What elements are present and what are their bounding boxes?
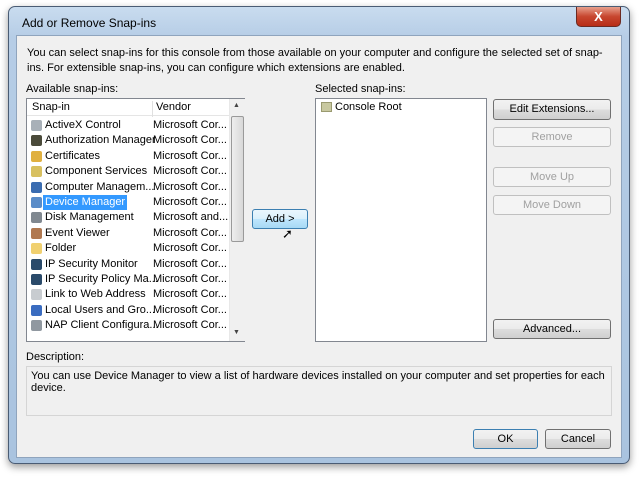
close-button[interactable]: X (576, 7, 621, 27)
scrollbar-thumb[interactable] (231, 116, 244, 242)
snapin-name: ActiveX Control (45, 119, 121, 131)
cancel-button[interactable]: Cancel (545, 429, 611, 449)
ok-button[interactable]: OK (473, 429, 538, 449)
snapin-vendor: Microsoft Cor... (153, 319, 227, 332)
snapin-icon (31, 166, 42, 178)
snapin-icon (31, 150, 42, 162)
snapin-name: Authorization Manager (45, 134, 156, 147)
snapin-name: Component Services (45, 165, 148, 178)
snapin-vendor: Microsoft Cor... (153, 180, 227, 193)
snapin-name: IP Security Monitor (45, 257, 138, 270)
list-item[interactable]: Folder Microsoft Cor... (28, 241, 230, 256)
column-header-vendor[interactable]: Vendor (152, 101, 191, 117)
snapin-name: Disk Management (45, 211, 134, 224)
snapin-name: Folder (45, 242, 77, 255)
list-item[interactable]: ActiveX Control Microsoft Cor... (28, 118, 230, 133)
move-up-button[interactable]: Move Up (493, 167, 611, 187)
snapin-vendor: Microsoft and... (153, 211, 229, 224)
list-item[interactable]: Event Viewer Microsoft Cor... (28, 226, 230, 241)
list-item[interactable]: NAP Client Configura... Microsoft Cor... (28, 318, 230, 333)
snapin-name: NAP Client Configura... (45, 319, 159, 332)
intro-text: You can select snap-ins for this console… (27, 47, 603, 74)
snapin-icon (31, 289, 42, 301)
snapin-name: Computer Managem... (45, 180, 155, 193)
available-label: Available snap-ins: (26, 83, 119, 95)
description-label: Description: (26, 351, 85, 363)
folder-icon (321, 102, 332, 112)
snapin-icon (31, 274, 42, 285)
snapin-name: Device Manager (43, 195, 128, 210)
snapin-vendor: Microsoft Cor... (153, 119, 227, 131)
snapin-icon (31, 197, 42, 208)
list-item[interactable]: Device Manager Microsoft Cor... (28, 195, 230, 210)
column-header-snapin[interactable]: Snap-in (32, 101, 70, 113)
dialog-window: Add or Remove Snap-ins X You can select … (8, 6, 630, 464)
list-item[interactable]: Certificates Microsoft Cor... (28, 149, 230, 164)
snapin-name: Event Viewer (45, 226, 110, 239)
snapin-vendor: Microsoft Cor... (153, 257, 227, 270)
selected-label: Selected snap-ins: (315, 83, 406, 95)
list-item[interactable]: IP Security Monitor Microsoft Cor... (28, 257, 230, 272)
selected-item-console-root[interactable]: Console Root (335, 101, 402, 113)
list-item[interactable]: Component Services Microsoft Cor... (28, 164, 230, 179)
list-item[interactable]: IP Security Policy Ma... Microsoft Cor... (28, 272, 230, 287)
snapin-vendor: Microsoft Cor... (153, 226, 227, 239)
snapin-vendor: Microsoft Cor... (153, 149, 227, 162)
snapin-icon (31, 212, 42, 224)
remove-button[interactable]: Remove (493, 127, 611, 147)
snapin-icon (31, 258, 42, 270)
list-item[interactable]: Local Users and Gro... Microsoft Cor... (28, 303, 230, 318)
add-button[interactable]: Add > (252, 209, 308, 229)
snapin-name: Link to Web Address (45, 288, 146, 301)
snapin-vendor: Microsoft Cor... (153, 273, 227, 285)
snapin-name: Local Users and Gro... (45, 303, 156, 316)
snapin-vendor: Microsoft Cor... (153, 196, 227, 208)
snapin-icon (31, 320, 42, 332)
window-title: Add or Remove Snap-ins (22, 16, 157, 30)
snapin-icon (31, 243, 42, 255)
snapin-vendor: Microsoft Cor... (153, 165, 227, 178)
description-box: You can use Device Manager to view a lis… (26, 366, 612, 416)
vertical-scrollbar[interactable]: ▲ ▼ (229, 99, 245, 341)
snapin-name: IP Security Policy Ma... (45, 273, 158, 285)
edit-extensions-button[interactable]: Edit Extensions... (493, 99, 611, 120)
advanced-button[interactable]: Advanced... (493, 319, 611, 339)
snapin-icon (31, 181, 42, 193)
scroll-down-arrow-icon[interactable]: ▼ (233, 329, 240, 336)
list-header: Snap-in Vendor (27, 99, 229, 117)
snapin-icon (31, 227, 42, 239)
description-text: You can use Device Manager to view a lis… (31, 370, 605, 394)
snapin-vendor: Microsoft Cor... (153, 303, 227, 316)
list-item[interactable]: Computer Managem... Microsoft Cor... (28, 180, 230, 195)
snapin-icon (31, 120, 42, 131)
snapin-vendor: Microsoft Cor... (153, 242, 227, 255)
selected-snapins-list[interactable]: Console Root (315, 98, 487, 342)
snapin-vendor: Microsoft Cor... (153, 288, 227, 301)
snapin-vendor: Microsoft Cor... (153, 134, 227, 147)
move-down-button[interactable]: Move Down (493, 195, 611, 215)
list-item[interactable]: Link to Web Address Microsoft Cor... (28, 287, 230, 302)
scroll-up-arrow-icon[interactable]: ▲ (233, 102, 240, 109)
dialog-body: You can select snap-ins for this console… (16, 35, 622, 458)
snapin-name: Certificates (45, 149, 101, 162)
list-item[interactable]: Authorization Manager Microsoft Cor... (28, 133, 230, 148)
mouse-cursor-icon: ➚ (282, 226, 293, 241)
list-item[interactable]: Disk Management Microsoft and... (28, 210, 230, 225)
snapin-icon (31, 304, 42, 316)
available-snapins-list[interactable]: Snap-in Vendor ActiveX Control Microsoft … (26, 98, 245, 342)
snapin-icon (31, 135, 42, 147)
